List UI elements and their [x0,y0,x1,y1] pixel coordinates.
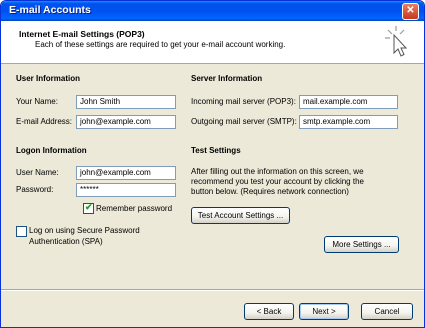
close-button[interactable]: ✕ [402,3,419,20]
server-info-heading: Server Information [191,74,263,83]
email-address-label: E-mail Address: [16,117,73,126]
title-bar[interactable]: E-mail Accounts ✕ [1,1,424,21]
password-label: Password: [16,185,54,194]
back-button[interactable]: < Back [244,303,294,320]
incoming-server-label: Incoming mail server (POP3): [191,97,296,106]
spa-label-line1: Log on using Secure Password [29,226,140,235]
test-settings-heading: Test Settings [191,146,241,155]
test-description-line1: After filling out the information on thi… [191,167,364,176]
remember-password-checkbox[interactable]: ✔ [83,202,94,214]
checkmark-icon: ✔ [85,202,93,212]
page-subtitle: Each of these settings are required to g… [35,40,286,49]
outgoing-server-label: Outgoing mail server (SMTP): [191,117,297,126]
footer-divider [1,289,424,291]
wizard-header: Internet E-mail Settings (POP3) Each of … [1,21,424,64]
more-settings-button[interactable]: More Settings ... [324,236,399,253]
email-address-field[interactable]: john@example.com [76,115,176,129]
spa-checkbox[interactable] [16,226,27,237]
user-info-heading: User Information [16,74,81,83]
window-title: E-mail Accounts [9,4,91,16]
close-icon: ✕ [406,5,415,16]
test-description-line2: recommend you test your account by click… [191,177,364,186]
page-title: Internet E-mail Settings (POP3) [19,29,145,39]
test-account-settings-button[interactable]: Test Account Settings ... [191,207,290,224]
test-description-line3: button below. (Requires network connecti… [191,187,349,196]
user-name-label: User Name: [16,168,59,177]
cancel-button[interactable]: Cancel [361,303,413,320]
incoming-server-field[interactable]: mail.example.com [299,95,398,109]
your-name-field[interactable]: John Smith [76,95,176,109]
remember-password-label: Remember password [96,204,173,213]
spa-label-line2: Authentication (SPA) [29,237,103,246]
click-cursor-icon [385,26,408,57]
email-accounts-dialog: E-mail Accounts ✕ Internet E-mail Settin… [0,0,425,328]
password-field[interactable]: ****** [76,183,176,197]
outgoing-server-field[interactable]: smtp.example.com [299,115,398,129]
logon-info-heading: Logon Information [16,146,87,155]
user-name-field[interactable]: john@example.com [76,166,176,180]
next-button[interactable]: Next > [299,303,349,320]
your-name-label: Your Name: [16,97,58,106]
